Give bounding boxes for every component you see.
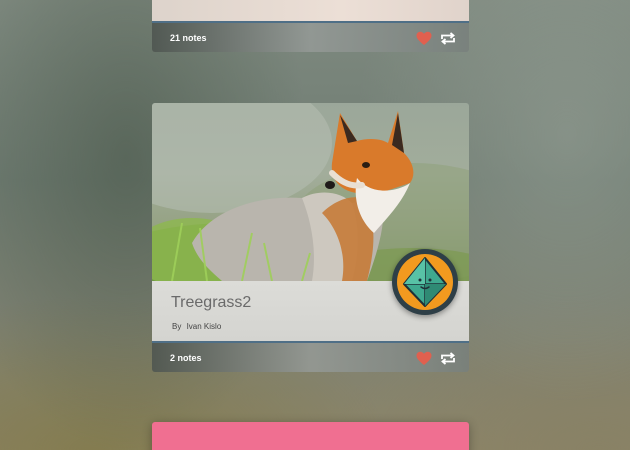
post-footer: 2 notes [152, 341, 469, 372]
notes-count[interactable]: 21 notes [170, 33, 207, 43]
heart-icon[interactable] [416, 351, 432, 366]
reblog-icon[interactable] [440, 351, 456, 366]
notes-count[interactable]: 2 notes [170, 353, 202, 363]
post-card: 21 notes [152, 0, 469, 53]
byline-prefix: By [172, 322, 182, 331]
byline: By Ivan Kislo [172, 322, 221, 331]
post-card: Treegrass2 By Ivan Kislo 2 notes [152, 103, 469, 372]
post-title[interactable]: Treegrass2 [171, 294, 251, 312]
post-footer: 21 notes [152, 21, 469, 52]
post-card[interactable] [152, 422, 469, 450]
post-image[interactable] [152, 0, 469, 21]
avatar[interactable] [392, 249, 458, 315]
heart-icon[interactable] [416, 31, 432, 46]
reblog-icon[interactable] [440, 31, 456, 46]
author-link[interactable]: Ivan Kislo [187, 322, 222, 331]
